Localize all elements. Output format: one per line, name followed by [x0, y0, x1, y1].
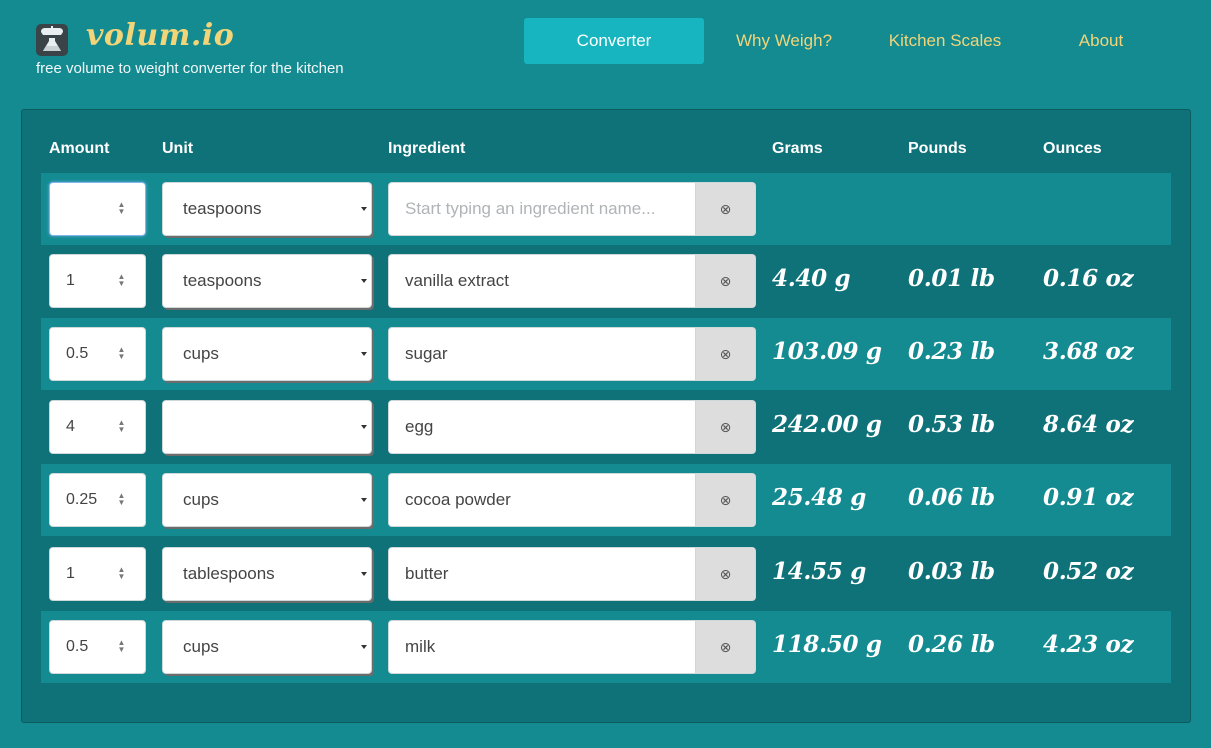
clear-ingredient-button[interactable]: ⊗	[696, 182, 756, 236]
logo-icon	[36, 24, 68, 56]
caret-down-icon	[361, 572, 367, 576]
column-header-grams: Grams	[772, 140, 823, 157]
table-row: ▲ ▼ teaspoons Start typing an ingredient …	[41, 173, 1171, 245]
ingredient-input[interactable]: milk	[388, 620, 696, 674]
circle-x-icon: ⊗	[719, 201, 732, 217]
nav-about[interactable]: About	[1046, 18, 1156, 64]
circle-x-icon: ⊗	[719, 492, 732, 508]
caret-down-icon	[361, 645, 367, 649]
amount-input[interactable]: 0.5	[49, 620, 146, 674]
unit-select[interactable]: cups	[162, 327, 372, 381]
table-row: 1 ▲ ▼ tablespoons butter ⊗ 14.55 g 0.03 l…	[41, 538, 1171, 610]
pounds-value: 0.06 lb	[908, 484, 995, 511]
nav-kitchen-scales[interactable]: Kitchen Scales	[868, 18, 1022, 64]
spinner-arrows-icon[interactable]: ▲ ▼	[117, 566, 126, 581]
amount-input[interactable]: 1	[49, 254, 146, 308]
unit-select[interactable]: teaspoons	[162, 254, 372, 308]
table-row: 0.25 ▲ ▼ cups cocoa powder ⊗ 25.48 g 0.06…	[41, 464, 1171, 536]
nav-converter[interactable]: Converter	[524, 18, 704, 64]
circle-x-icon: ⊗	[719, 566, 732, 582]
amount-input[interactable]: 0.5	[49, 327, 146, 381]
column-header-pounds: Pounds	[908, 140, 967, 157]
grams-value: 25.48 g	[772, 484, 867, 511]
ounces-value: 8.64 oz	[1043, 411, 1134, 438]
table-row: 0.5 ▲ ▼ cups milk ⊗ 118.50 g 0.26 lb 4.23…	[41, 611, 1171, 683]
clear-ingredient-button[interactable]: ⊗	[696, 547, 756, 601]
pounds-value: 0.53 lb	[908, 411, 995, 438]
spinner-arrows-icon[interactable]: ▲ ▼	[117, 201, 126, 216]
grams-value: 118.50 g	[772, 631, 882, 658]
grams-value: 242.00 g	[772, 411, 882, 438]
circle-x-icon: ⊗	[719, 346, 732, 362]
caret-down-icon	[361, 352, 367, 356]
circle-x-icon: ⊗	[719, 419, 732, 435]
ounces-value: 4.23 oz	[1043, 631, 1134, 658]
unit-select[interactable]: cups	[162, 620, 372, 674]
ingredient-input[interactable]: cocoa powder	[388, 473, 696, 527]
unit-select-value: tablespoons	[183, 564, 275, 583]
column-header-amount: Amount	[49, 140, 110, 157]
unit-select-value: teaspoons	[183, 271, 262, 290]
unit-select[interactable]: tablespoons	[162, 547, 372, 601]
amount-input[interactable]: 0.25	[49, 473, 146, 527]
table-row: 1 ▲ ▼ teaspoons vanilla extract ⊗ 4.40 g …	[41, 245, 1171, 317]
caret-down-icon	[361, 425, 367, 429]
spinner-arrows-icon[interactable]: ▲ ▼	[117, 346, 126, 361]
ingredient-input[interactable]: Start typing an ingredient name...	[388, 182, 696, 236]
brand-logo-text[interactable]: volum.io	[86, 18, 234, 53]
unit-select-value: cups	[183, 490, 219, 509]
grams-value: 103.09 g	[772, 338, 882, 365]
unit-select[interactable]: cups	[162, 473, 372, 527]
amount-input[interactable]: 1	[49, 547, 146, 601]
column-header-unit: Unit	[162, 140, 194, 157]
unit-select-value: cups	[183, 637, 219, 656]
ingredient-input[interactable]: egg	[388, 400, 696, 454]
ingredient-input[interactable]: vanilla extract	[388, 254, 696, 308]
spinner-arrows-icon[interactable]: ▲ ▼	[117, 273, 126, 288]
pounds-value: 0.26 lb	[908, 631, 995, 658]
grams-value: 14.55 g	[772, 558, 867, 585]
tagline: free volume to weight converter for the …	[36, 60, 344, 77]
grams-value: 4.40 g	[772, 265, 851, 292]
clear-ingredient-button[interactable]: ⊗	[696, 620, 756, 674]
ingredient-input[interactable]: sugar	[388, 327, 696, 381]
clear-ingredient-button[interactable]: ⊗	[696, 327, 756, 381]
spinner-arrows-icon[interactable]: ▲ ▼	[117, 492, 126, 507]
ounces-value: 0.16 oz	[1043, 265, 1134, 292]
amount-input[interactable]	[49, 182, 146, 236]
nav-why-weigh[interactable]: Why Weigh?	[712, 18, 856, 64]
unit-select-value: cups	[183, 344, 219, 363]
circle-x-icon: ⊗	[719, 273, 732, 289]
ounces-value: 3.68 oz	[1043, 338, 1134, 365]
clear-ingredient-button[interactable]: ⊗	[696, 400, 756, 454]
ounces-value: 0.52 oz	[1043, 558, 1134, 585]
clear-ingredient-button[interactable]: ⊗	[696, 473, 756, 527]
table-row: 4 ▲ ▼ egg ⊗ 242.00 g 0.53 lb 8.64 oz	[41, 391, 1171, 463]
ingredient-input[interactable]: butter	[388, 547, 696, 601]
column-header-ingredient: Ingredient	[388, 140, 466, 157]
spinner-arrows-icon[interactable]: ▲ ▼	[117, 639, 126, 654]
unit-select[interactable]: teaspoons	[162, 182, 372, 236]
table-row: 0.5 ▲ ▼ cups sugar ⊗ 103.09 g 0.23 lb 3.6…	[41, 318, 1171, 390]
caret-down-icon	[361, 207, 367, 211]
pounds-value: 0.01 lb	[908, 265, 995, 292]
ounces-value: 0.91 oz	[1043, 484, 1134, 511]
clear-ingredient-button[interactable]: ⊗	[696, 254, 756, 308]
amount-input[interactable]: 4	[49, 400, 146, 454]
circle-x-icon: ⊗	[719, 639, 732, 655]
unit-select-value: teaspoons	[183, 199, 262, 218]
column-header-ounces: Ounces	[1043, 140, 1102, 157]
pounds-value: 0.03 lb	[908, 558, 995, 585]
caret-down-icon	[361, 498, 367, 502]
pounds-value: 0.23 lb	[908, 338, 995, 365]
unit-select[interactable]	[162, 400, 372, 454]
spinner-arrows-icon[interactable]: ▲ ▼	[117, 419, 126, 434]
caret-down-icon	[361, 279, 367, 283]
